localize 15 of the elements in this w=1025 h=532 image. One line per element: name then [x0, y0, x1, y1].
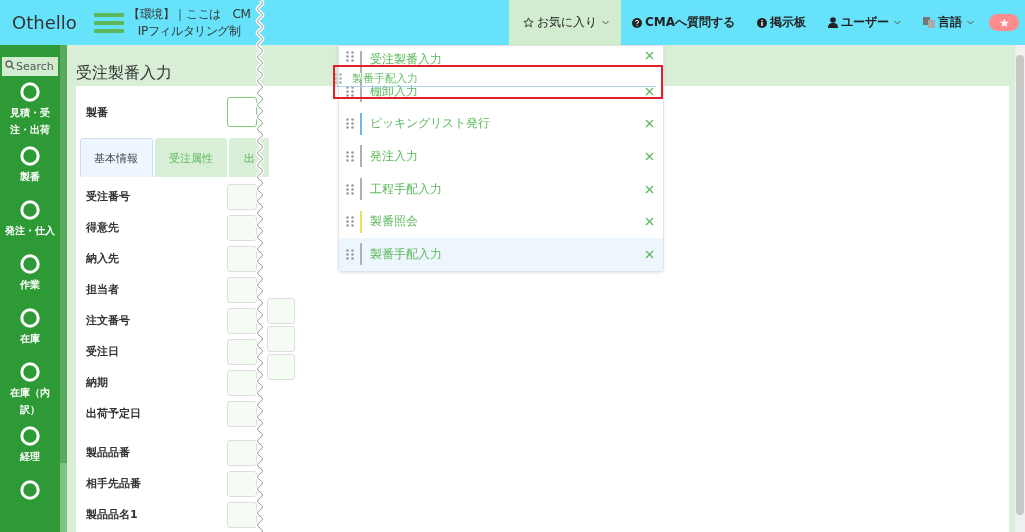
field-label: 出荷予定日 — [86, 406, 142, 421]
field-label: 納期 — [86, 375, 109, 390]
field-label: 納入先 — [86, 251, 120, 266]
page-title: 受注製番入力 — [76, 63, 172, 84]
field-label: 製品品番 — [86, 445, 131, 460]
field-label: 製番 — [86, 104, 109, 120]
notice-text: 【環境】｜ここは CM — [128, 5, 251, 23]
field-label: 担当者 — [86, 282, 120, 297]
field-label: 受注番号 — [86, 189, 131, 204]
field-label: 製品品名1 — [86, 507, 139, 522]
field-label: 受注日 — [86, 344, 120, 359]
field-label: 相手先品番 — [86, 476, 142, 491]
field-label: 注文番号 — [86, 313, 131, 328]
field-label: 得意先 — [86, 220, 120, 235]
notice-text: IPフィルタリング制 — [137, 22, 241, 40]
